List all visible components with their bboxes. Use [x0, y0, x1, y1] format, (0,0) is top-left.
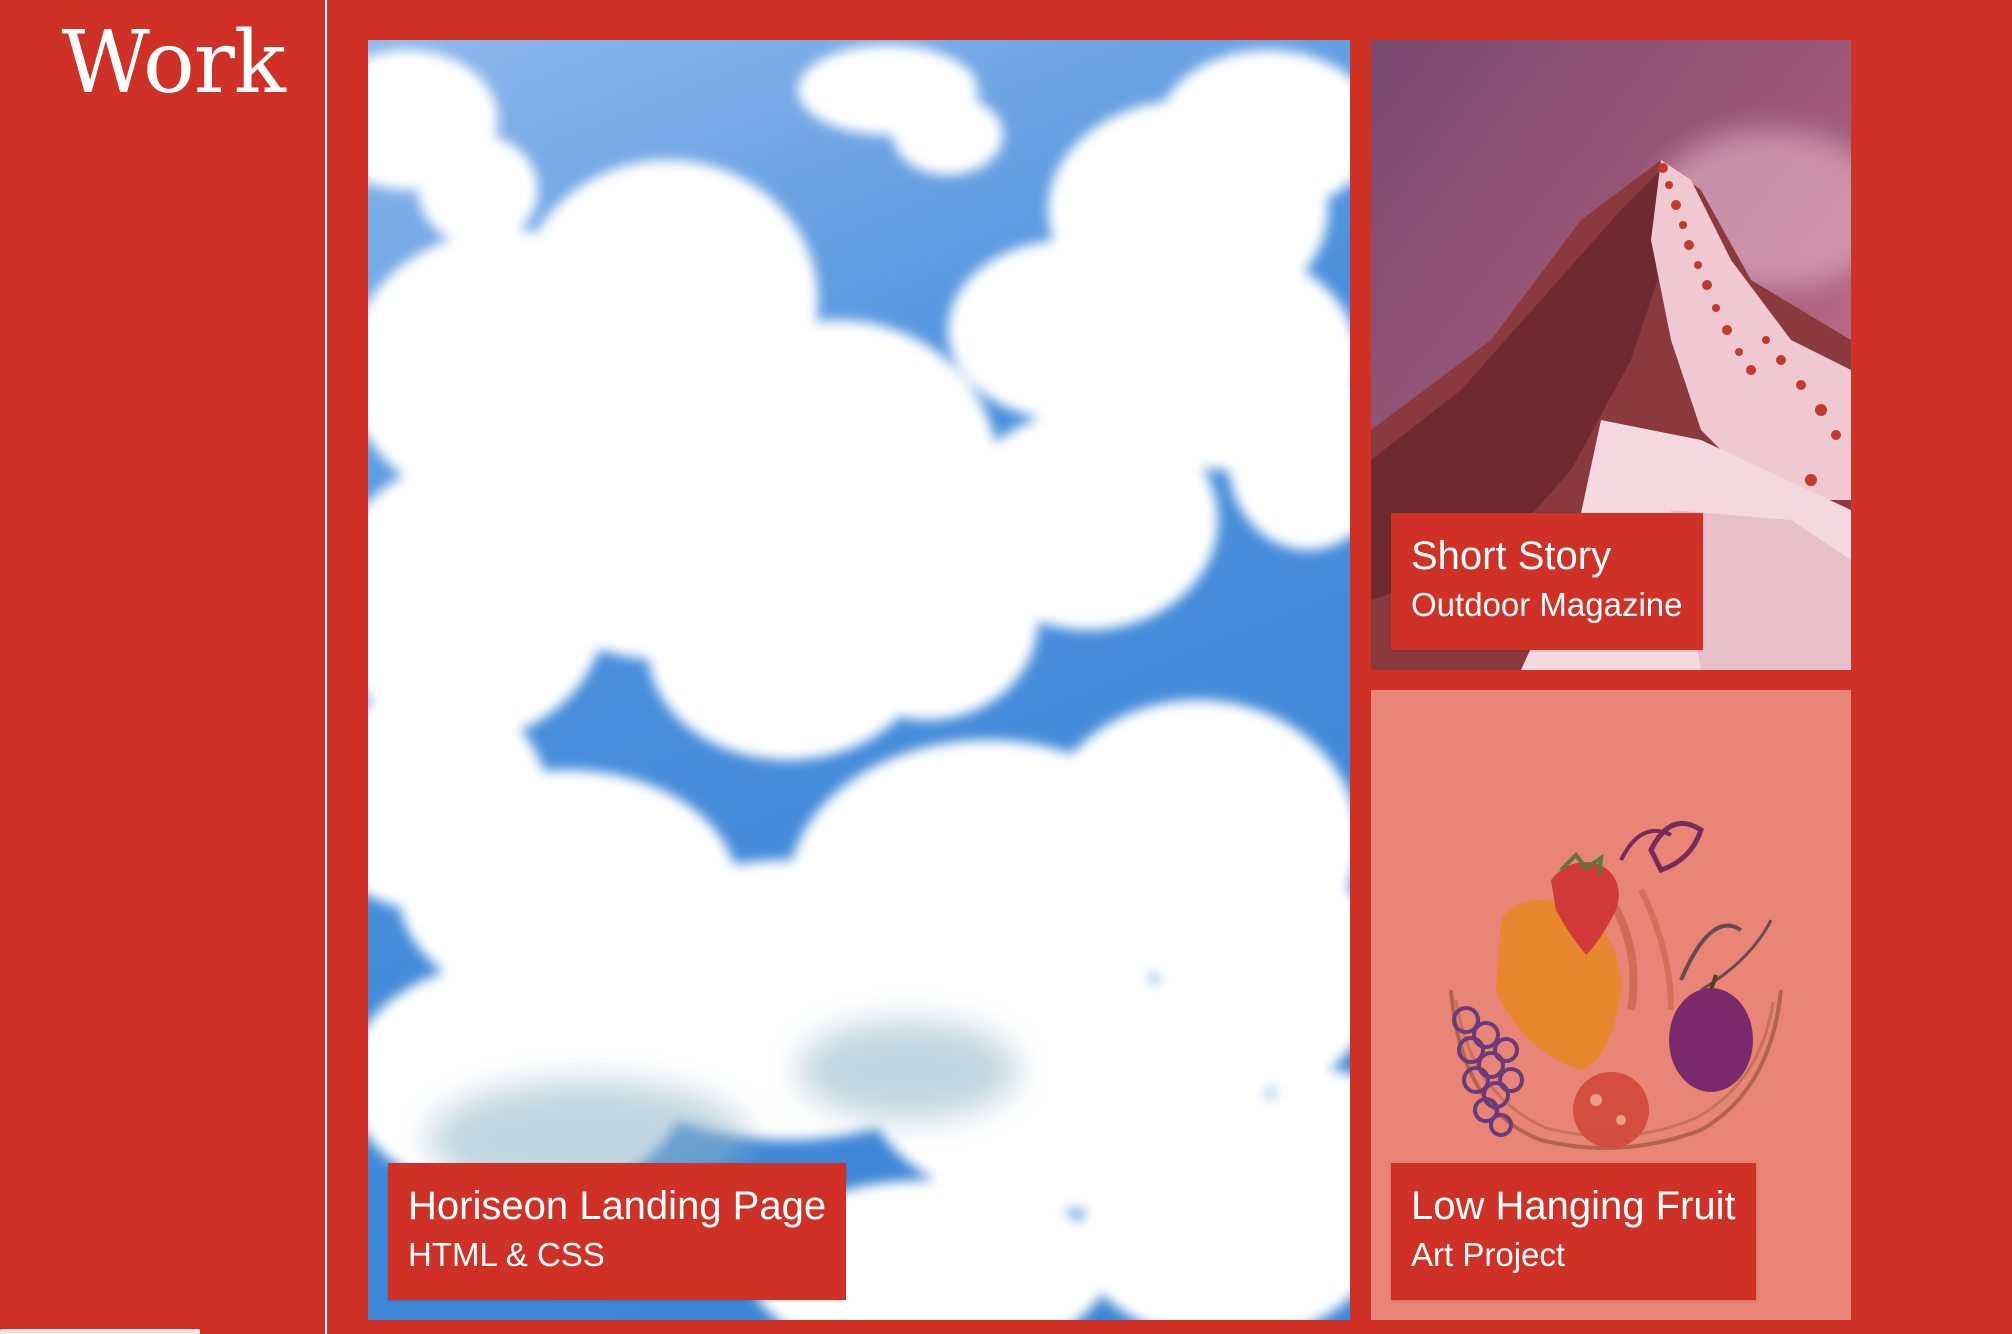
project-subtitle: HTML & CSS: [408, 1236, 605, 1274]
portfolio-work-page: Work Horiseon Landing Page HTML & CSS Sh…: [0, 0, 2012, 1334]
project-title: Short Story: [1411, 534, 1612, 579]
project-title: Horiseon Landing Page: [408, 1184, 827, 1229]
work-sidebar: Work: [0, 0, 327, 1334]
project-subtitle: Outdoor Magazine: [1411, 586, 1683, 624]
project-caption: Short Story Outdoor Magazine: [1391, 513, 1703, 650]
project-caption: Low Hanging Fruit Art Project: [1391, 1163, 1756, 1300]
project-title: Low Hanging Fruit: [1411, 1184, 1736, 1229]
project-card-short-story[interactable]: Short Story Outdoor Magazine: [1371, 40, 1851, 670]
sky-clouds-image: [368, 40, 1350, 1320]
project-card-horiseon[interactable]: Horiseon Landing Page HTML & CSS: [368, 40, 1350, 1320]
project-card-low-hanging-fruit[interactable]: Low Hanging Fruit Art Project: [1371, 690, 1851, 1320]
section-title: Work: [61, 13, 286, 113]
project-caption: Horiseon Landing Page HTML & CSS: [388, 1163, 847, 1300]
horizontal-scrollbar[interactable]: [0, 1329, 200, 1334]
project-subtitle: Art Project: [1411, 1236, 1566, 1274]
